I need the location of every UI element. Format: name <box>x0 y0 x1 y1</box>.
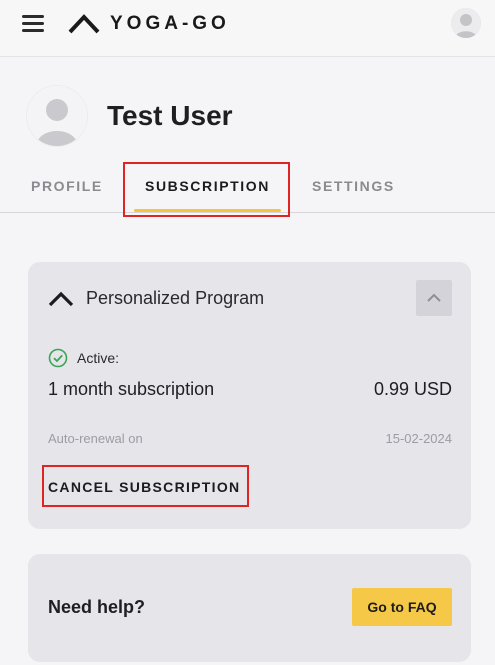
app-header: YOGA-GO <box>0 0 495 57</box>
status-text: Active: <box>77 350 120 366</box>
subscription-card-header[interactable]: Personalized Program <box>48 288 264 309</box>
renewal-date: 15-02-2024 <box>385 431 453 446</box>
logo[interactable]: YOGA-GO <box>68 10 230 38</box>
profile-header: Test User <box>26 84 233 148</box>
cancel-subscription-button[interactable]: CANCEL SUBSCRIPTION <box>48 479 240 495</box>
check-circle-icon <box>48 348 68 368</box>
tab-settings[interactable]: SETTINGS <box>312 160 395 212</box>
subscription-card: Personalized Program Active: 1 month sub… <box>28 262 471 529</box>
user-silhouette-icon <box>26 85 88 147</box>
go-to-faq-button[interactable]: Go to FAQ <box>352 588 452 626</box>
help-card: Need help? Go to FAQ <box>28 554 471 662</box>
logo-mountain-icon <box>68 14 100 34</box>
chevron-up-small-icon <box>427 293 441 302</box>
hamburger-menu-icon[interactable] <box>20 13 48 35</box>
active-tab-indicator <box>134 209 281 212</box>
subscription-status: Active: <box>48 348 119 368</box>
collapse-button[interactable] <box>416 280 452 316</box>
logo-text: YOGA-GO <box>110 13 230 34</box>
user-name: Test User <box>107 100 233 131</box>
auto-renewal-label: Auto-renewal on <box>48 431 143 446</box>
plan-name: 1 month subscription <box>48 379 215 399</box>
tab-profile[interactable]: PROFILE <box>31 160 103 212</box>
user-avatar-icon[interactable] <box>451 8 481 38</box>
account-tabs: PROFILE SUBSCRIPTION SETTINGS <box>0 160 495 213</box>
chevron-up-icon <box>48 291 74 306</box>
need-help-label: Need help? <box>48 597 146 617</box>
plan-price: 0.99 USD <box>373 379 452 399</box>
tab-subscription[interactable]: SUBSCRIPTION <box>145 160 270 212</box>
program-title: Personalized Program <box>86 288 265 308</box>
